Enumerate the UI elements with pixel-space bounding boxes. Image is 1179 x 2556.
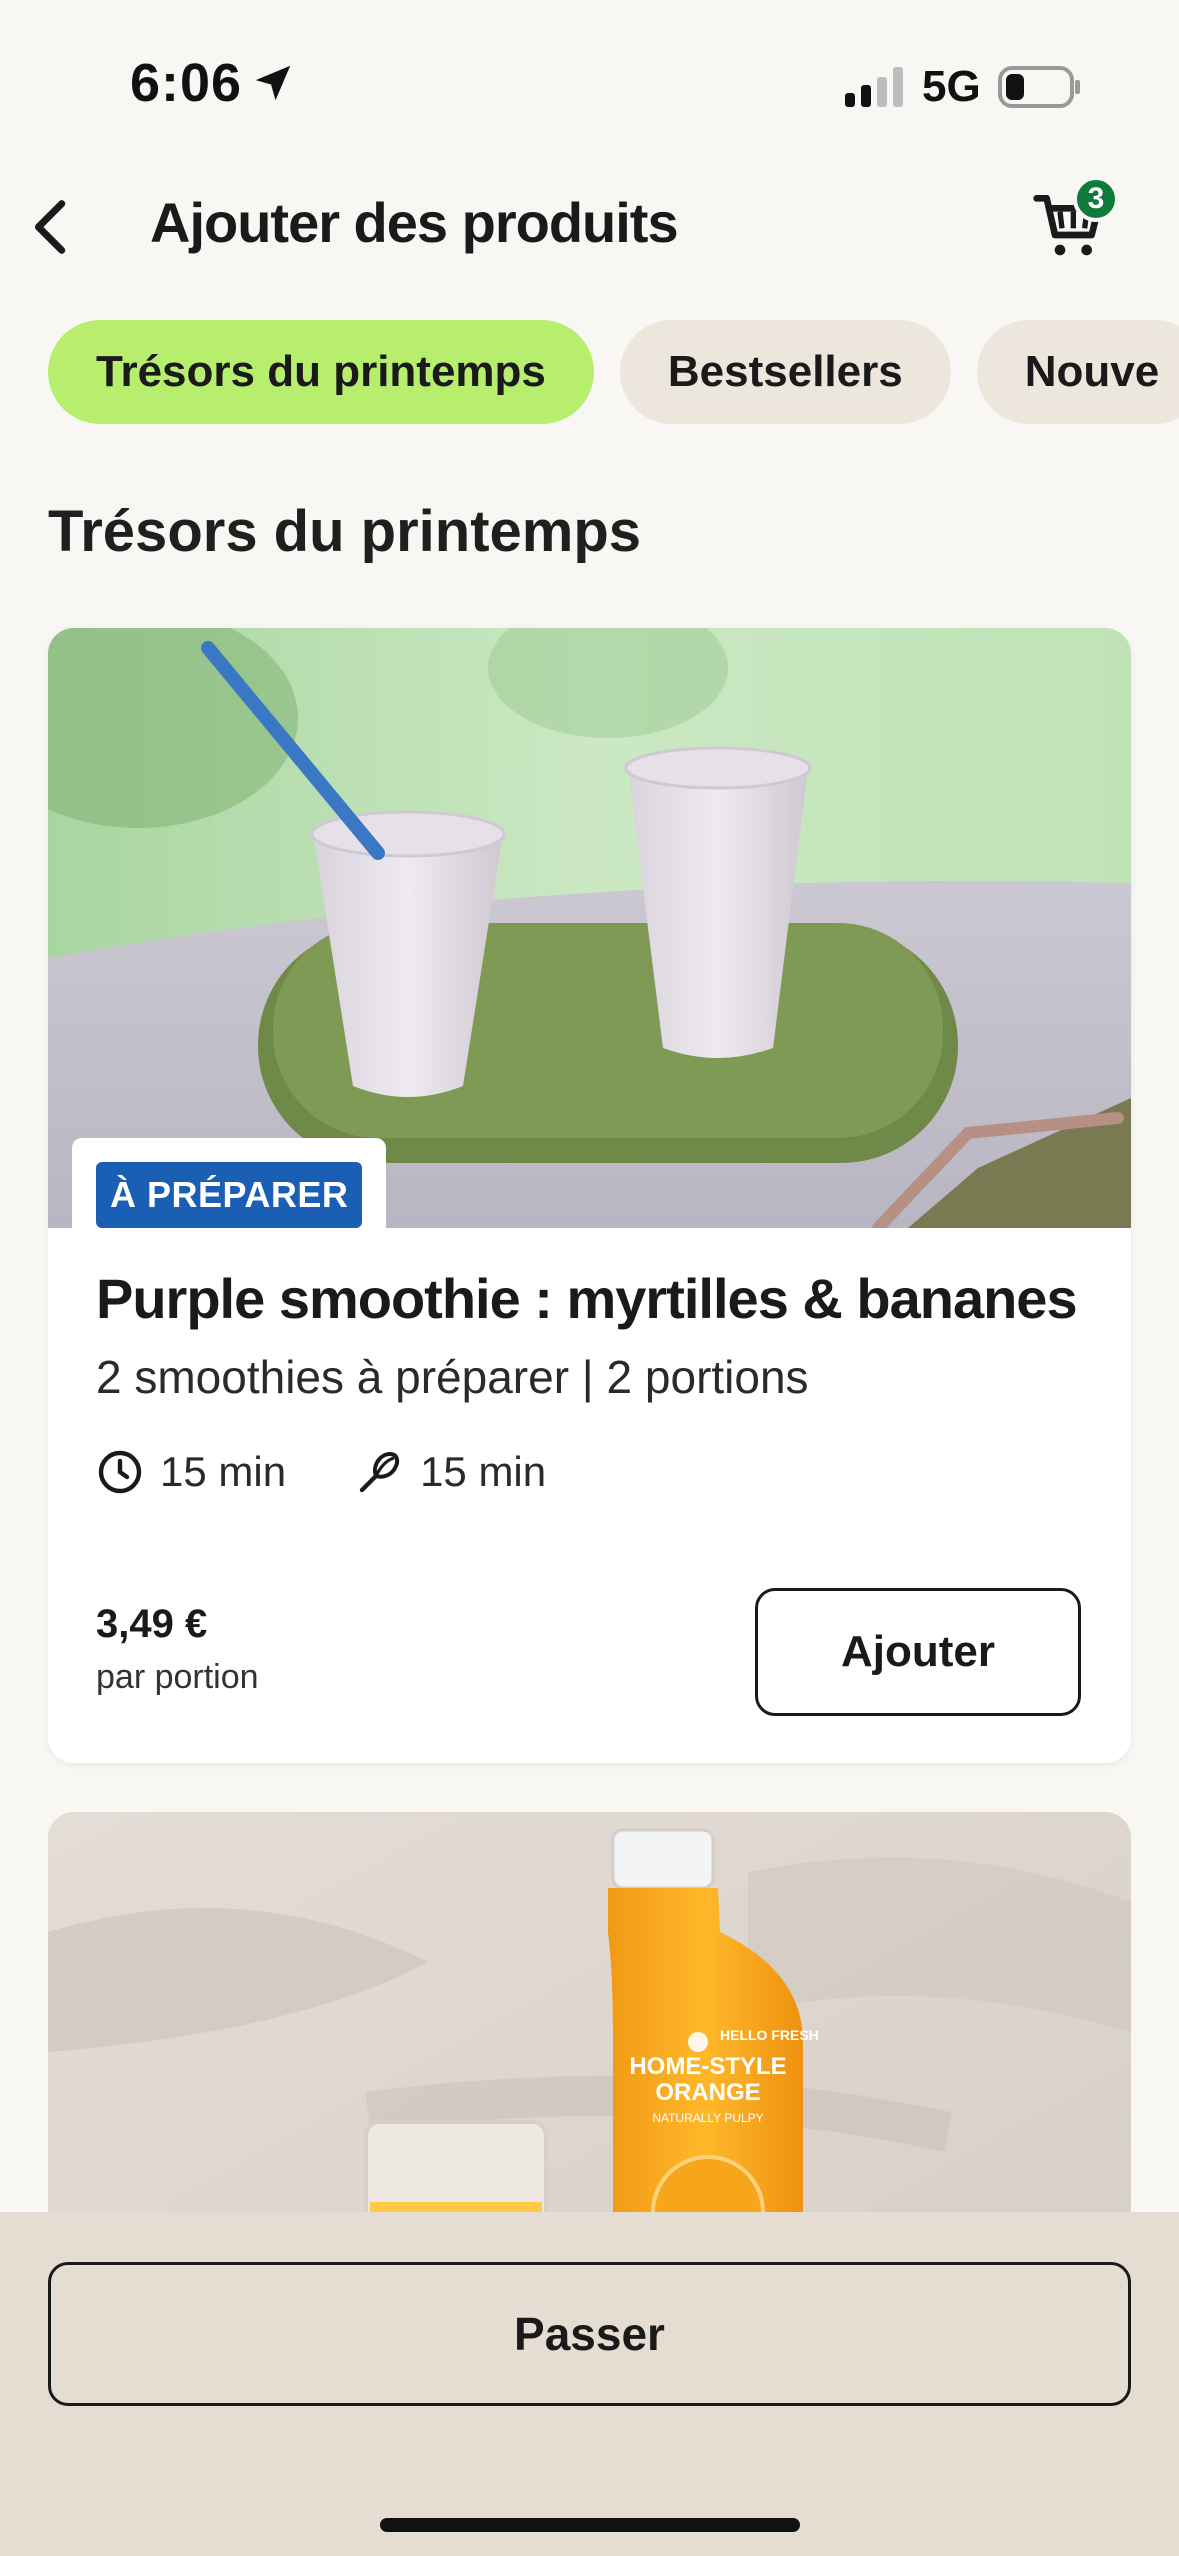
battery-icon <box>998 66 1080 108</box>
status-badge: À PRÉPARER <box>96 1162 363 1228</box>
bottle-label-line3: NATURALLY PULPY <box>652 2111 763 2125</box>
category-tabs: Trésors du printemps Bestsellers Nouve <box>48 320 1179 424</box>
signal-icon <box>845 67 903 107</box>
section-title: Trésors du printemps <box>48 499 642 564</box>
location-arrow-icon <box>255 65 291 101</box>
bottle-label-line2: ORANGE <box>655 2079 760 2106</box>
home-indicator <box>380 2518 800 2532</box>
cart-badge: 3 <box>1073 176 1119 222</box>
total-time: 15 min <box>96 1448 286 1496</box>
bottle-label-line1: HOME-STYLE <box>629 2053 786 2080</box>
tab-tresors-du-printemps[interactable]: Trésors du printemps <box>48 320 594 424</box>
whisk-icon <box>359 1451 400 1493</box>
status-bar: 6:06 5G <box>0 0 1179 170</box>
product-card[interactable]: À PRÉPARER Purple smoothie : myrtilles &… <box>48 628 1131 1763</box>
prep-time-value: 15 min <box>420 1448 547 1495</box>
bottle-brand-text: HELLO FRESH <box>720 2027 819 2043</box>
back-chevron-icon[interactable] <box>18 192 88 262</box>
tab-nouveautes[interactable]: Nouve <box>976 320 1179 424</box>
tag-container: À PRÉPARER <box>72 1138 387 1228</box>
tab-bestsellers[interactable]: Bestsellers <box>619 320 951 424</box>
product-meta: 15 min 15 min <box>96 1448 616 1496</box>
clock-icon <box>98 1450 142 1494</box>
product-subtitle: 2 smoothies à préparer | 2 portions <box>96 1351 809 1403</box>
total-time-value: 15 min <box>160 1448 287 1495</box>
price-unit: par portion <box>96 1658 259 1696</box>
header: Ajouter des produits <box>0 170 1179 280</box>
bottom-bar: Passer <box>0 2212 1179 2556</box>
network-label: 5G <box>922 62 981 111</box>
product-price: 3,49 € <box>96 1602 208 1646</box>
page-title: Ajouter des produits <box>150 191 679 254</box>
add-button[interactable]: Ajouter <box>755 1588 1081 1716</box>
prep-time: 15 min <box>356 1448 546 1496</box>
status-time: 6:06 <box>130 53 243 113</box>
skip-button[interactable]: Passer <box>48 2262 1131 2406</box>
product-name: Purple smoothie : myrtilles & bananes <box>96 1267 1078 1330</box>
